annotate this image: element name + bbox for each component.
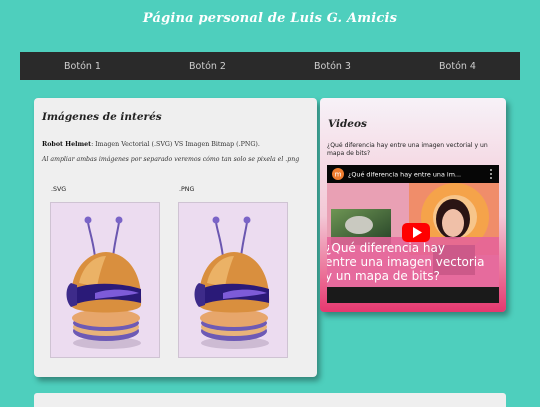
nav-bar: Botón 1 Botón 2 Botón 3 Botón 4 (20, 52, 520, 80)
nav-button-4[interactable]: Botón 4 (395, 52, 520, 80)
videos-card: Videos ¿Qué diferencia hay entre una ima… (320, 98, 506, 312)
video-question: ¿Qué diferencia hay entre una imagen vec… (327, 142, 488, 157)
play-icon[interactable] (402, 223, 430, 242)
nav-button-1[interactable]: Botón 1 (20, 52, 145, 80)
images-description-text: : Imagen Vectorial (.SVG) VS Imagen Bitm… (91, 141, 260, 148)
more-vert-icon[interactable] (490, 169, 492, 179)
video-thumbnail: m ¿Qué diferencia hay entre una im... ¿Q… (327, 165, 499, 303)
images-description-bold: Robot Helmet (42, 141, 92, 148)
nav-button-3[interactable]: Botón 3 (270, 52, 395, 80)
images-description: Robot Helmet: Imagen Vectorial (.SVG) VS… (42, 141, 312, 148)
png-label: .PNG (179, 186, 195, 193)
robot-helmet-icon (194, 216, 270, 349)
site-title: Página personal de Luis G. Amicis (142, 11, 398, 26)
svg-label: .SVG (51, 186, 67, 193)
videos-card-title: Videos (328, 118, 367, 130)
images-note: Al ampliar ambas imágenes por separado v… (42, 156, 300, 163)
svg-image-frame[interactable] (50, 202, 160, 358)
images-card-title: Imágenes de interés (42, 111, 162, 123)
robot-helmet-icon (66, 216, 142, 349)
video-player[interactable]: m ¿Qué diferencia hay entre una im... ¿Q… (327, 165, 499, 303)
png-image-frame[interactable] (178, 202, 288, 358)
nav-button-2[interactable]: Botón 2 (145, 52, 270, 80)
video-title[interactable]: ¿Qué diferencia hay entre una im... (348, 171, 461, 179)
channel-initial: m (335, 171, 342, 179)
images-card: Imágenes de interés Robot Helmet: Imagen… (34, 98, 317, 377)
